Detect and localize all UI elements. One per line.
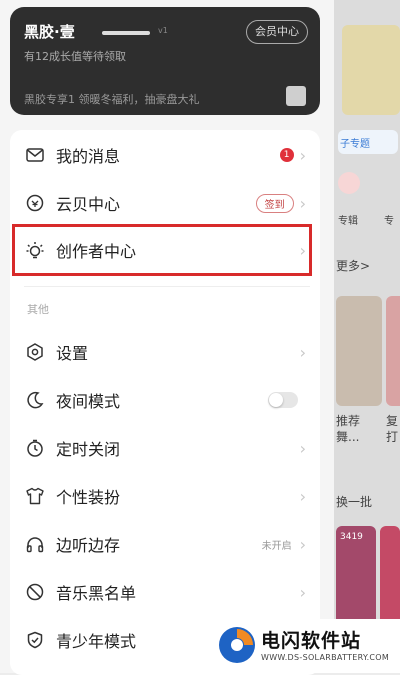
vip-subtitle: 有12成长值等待领取 xyxy=(24,50,126,63)
coin-icon xyxy=(24,194,46,212)
chevron-right-icon: › xyxy=(299,193,306,213)
cache-status: 未开启 xyxy=(261,540,292,552)
unread-badge: 1 xyxy=(279,148,294,162)
menu-item-music-blacklist[interactable]: 音乐黑名单 › xyxy=(10,569,320,615)
menu-item-night-mode[interactable]: 夜间模式 xyxy=(10,377,320,423)
playlist-card-2[interactable] xyxy=(386,296,400,406)
playlist-card-1-title-2: 舞... xyxy=(336,430,360,444)
menu-item-label: 我的消息 xyxy=(56,147,121,166)
vip-center-button[interactable]: 会员中心 xyxy=(246,20,308,44)
watermark: 电闪软件站 WWW.DS-SOLARBATTERY.COM xyxy=(205,619,400,673)
menu-item-label: 夜间模式 xyxy=(56,392,121,411)
night-mode-toggle[interactable] xyxy=(268,392,298,408)
chevron-right-icon: › xyxy=(299,582,306,602)
section-label-other: 其他 xyxy=(27,303,49,316)
block-icon xyxy=(24,583,46,601)
side-drawer: 黑胶·壹 v1 会员中心 有12成长值等待领取 黑胶专享1 领暖冬福利，抽豪盘大… xyxy=(0,0,334,675)
toggle-knob xyxy=(269,393,283,407)
sign-in-tag[interactable]: 签到 xyxy=(255,193,294,213)
chevron-right-icon: › xyxy=(299,342,306,362)
menu-item-label: 音乐黑名单 xyxy=(56,584,137,603)
vip-promo-thumbnail[interactable] xyxy=(286,86,306,106)
menu-item-theme[interactable]: 个性装扮 › xyxy=(10,473,320,519)
menu-item-yunbei[interactable]: 云贝中心 签到 › xyxy=(10,180,320,226)
menu-item-label: 云贝中心 xyxy=(56,195,121,214)
watermark-logo-icon xyxy=(219,627,255,663)
chevron-right-icon: › xyxy=(299,534,306,554)
watermark-title: 电闪软件站 xyxy=(261,630,362,652)
banner-fragment xyxy=(342,25,400,115)
vip-promo-text[interactable]: 黑胶专享1 领暖冬福利，抽豪盘大礼 xyxy=(24,91,200,107)
menu-item-label: 个性装扮 xyxy=(56,488,121,507)
song-card-1[interactable]: 3419 xyxy=(336,526,376,626)
menu-item-label: 边听边存 xyxy=(56,536,121,555)
main-page-behind-drawer: 子专题 专辑 专 更多> 推荐 舞... 复 打 换一批 3419 xyxy=(334,0,400,673)
menu-item-sleep-timer[interactable]: 定时关闭 › xyxy=(10,425,320,471)
chevron-right-icon: › xyxy=(299,486,306,506)
topic-tag: 子专题 xyxy=(338,130,398,154)
vip-title: 黑胶·壹 xyxy=(24,23,75,41)
tshirt-icon xyxy=(24,487,46,505)
headphones-icon xyxy=(24,535,46,553)
playlist-card-2-title: 复 xyxy=(386,414,399,428)
highlight-box xyxy=(12,224,312,276)
watermark-url: WWW.DS-SOLARBATTERY.COM xyxy=(261,653,390,662)
menu-item-label: 定时关闭 xyxy=(56,440,121,459)
category-label-2: 专 xyxy=(384,216,394,227)
playlist-card-2-title-2: 打 xyxy=(386,430,399,444)
chevron-right-icon: › xyxy=(299,145,306,165)
section-divider xyxy=(24,286,310,287)
topic-tag-text: 子专题 xyxy=(340,139,370,150)
playlist-card-1-title: 推荐 xyxy=(336,414,361,428)
gear-icon xyxy=(24,343,46,361)
playlist-card-1[interactable] xyxy=(336,296,382,406)
menu-item-label: 设置 xyxy=(56,344,89,363)
category-icon xyxy=(338,172,360,194)
song-card-2[interactable] xyxy=(380,526,400,626)
menu-item-settings[interactable]: 设置 › xyxy=(10,329,320,375)
category-label-1: 专辑 xyxy=(338,216,358,227)
menu-item-messages[interactable]: 我的消息 1 › xyxy=(10,132,320,178)
vip-card[interactable]: 黑胶·壹 v1 会员中心 有12成长值等待领取 黑胶专享1 领暖冬福利，抽豪盘大… xyxy=(10,7,320,115)
mail-icon xyxy=(24,148,46,162)
song-card-number: 3419 xyxy=(340,532,363,542)
vip-progress-bar xyxy=(102,31,150,35)
more-link[interactable]: 更多> xyxy=(336,257,370,274)
vip-level: v1 xyxy=(158,26,168,35)
moon-icon xyxy=(24,391,46,409)
timer-icon xyxy=(24,439,46,457)
chevron-right-icon: › xyxy=(299,438,306,458)
menu-item-cache-while-listening[interactable]: 边听边存 未开启 › xyxy=(10,521,320,567)
shield-icon xyxy=(24,631,46,649)
refresh-link[interactable]: 换一批 xyxy=(336,493,372,510)
